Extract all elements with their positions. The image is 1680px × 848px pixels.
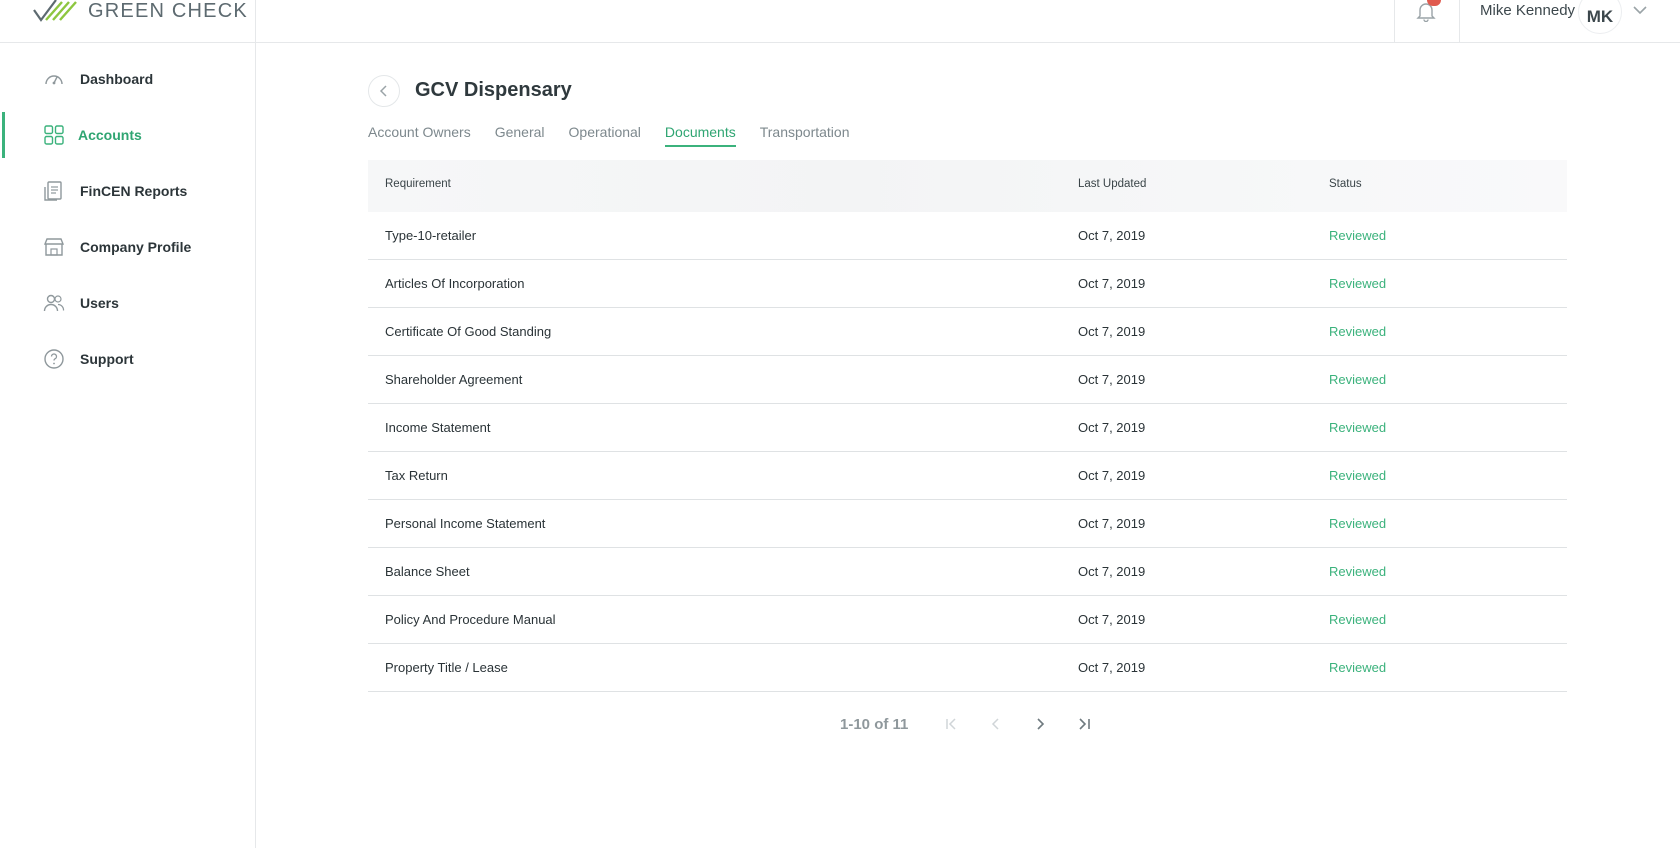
table-row[interactable]: Articles Of Incorporation Oct 7, 2019 Re… (368, 260, 1567, 308)
grid-icon (44, 125, 64, 145)
first-page-button[interactable] (942, 714, 962, 734)
table-row[interactable]: Income Statement Oct 7, 2019 Reviewed (368, 404, 1567, 452)
first-page-icon (946, 718, 956, 730)
status-cell: Reviewed (1329, 372, 1387, 387)
last-page-button[interactable] (1074, 714, 1094, 734)
table-row[interactable]: Tax Return Oct 7, 2019 Reviewed (368, 452, 1567, 500)
sidebar-item-dashboard[interactable]: Dashboard (0, 55, 255, 103)
user-name[interactable]: Mike Kennedy (1480, 2, 1575, 19)
table-row[interactable]: Policy And Procedure Manual Oct 7, 2019 … (368, 596, 1567, 644)
green-check-logo-icon (33, 0, 77, 22)
sidebar-item-label: Support (80, 351, 134, 367)
last-updated-cell: Oct 7, 2019 (1078, 468, 1146, 483)
page-range-info: 1-10 of 11 (840, 715, 909, 733)
requirement-cell: Personal Income Statement (385, 516, 546, 531)
status-cell: Reviewed (1329, 612, 1387, 627)
sidebar-item-label: Users (80, 295, 119, 311)
chevron-left-icon (992, 718, 999, 730)
next-page-button[interactable] (1030, 714, 1050, 734)
last-page-icon (1079, 718, 1091, 730)
sidebar-item-users[interactable]: Users (0, 279, 255, 327)
requirement-cell: Balance Sheet (385, 564, 470, 579)
back-button[interactable] (368, 75, 400, 107)
tab-bar: Account Owners General Operational Docum… (368, 124, 849, 147)
tab-general[interactable]: General (495, 124, 545, 147)
table-row[interactable]: Property Title / Lease Oct 7, 2019 Revie… (368, 644, 1567, 692)
last-updated-cell: Oct 7, 2019 (1078, 660, 1146, 675)
requirement-cell: Income Statement (385, 420, 491, 435)
report-document-icon (44, 181, 62, 201)
brand-logo[interactable]: GREEN CHECK (32, 0, 248, 26)
column-header-last-updated[interactable]: Last Updated (1078, 178, 1146, 190)
last-updated-cell: Oct 7, 2019 (1078, 276, 1146, 291)
tab-documents[interactable]: Documents (664, 124, 736, 147)
sidebar-item-fincen-reports[interactable]: FinCEN Reports (0, 167, 255, 215)
status-cell: Reviewed (1329, 324, 1387, 339)
table-row[interactable]: Certificate Of Good Standing Oct 7, 2019… (368, 308, 1567, 356)
pagination: 1-10 of 11 (840, 713, 1118, 735)
requirement-cell: Policy And Procedure Manual (385, 612, 556, 627)
users-icon (43, 294, 65, 312)
dashboard-gauge-icon (45, 75, 63, 85)
sidebar-item-label: Dashboard (80, 71, 154, 87)
status-cell: Reviewed (1329, 228, 1387, 243)
status-cell: Reviewed (1329, 564, 1387, 579)
page-title: GCV Dispensary (415, 79, 572, 101)
sidebar: Dashboard Accounts FinCEN Reports Compan… (0, 43, 256, 848)
previous-page-button[interactable] (986, 714, 1006, 734)
sidebar-item-support[interactable]: Support (0, 335, 255, 383)
column-header-status[interactable]: Status (1329, 178, 1362, 190)
requirement-cell: Certificate Of Good Standing (385, 324, 552, 339)
top-bar-divider (255, 0, 256, 43)
requirement-cell: Tax Return (385, 468, 448, 483)
table-row[interactable]: Personal Income Statement Oct 7, 2019 Re… (368, 500, 1567, 548)
column-header-requirement[interactable]: Requirement (385, 178, 451, 190)
status-cell: Reviewed (1329, 660, 1387, 675)
status-cell: Reviewed (1329, 516, 1387, 531)
requirement-cell: Property Title / Lease (385, 660, 508, 675)
requirement-cell: Type-10-retailer (385, 228, 477, 243)
storefront-icon (43, 238, 65, 256)
sidebar-item-company-profile[interactable]: Company Profile (0, 223, 255, 271)
table-row[interactable]: Balance Sheet Oct 7, 2019 Reviewed (368, 548, 1567, 596)
table-row[interactable]: Shareholder Agreement Oct 7, 2019 Review… (368, 356, 1567, 404)
avatar[interactable]: MK (1578, 0, 1622, 34)
last-updated-cell: Oct 7, 2019 (1078, 420, 1146, 435)
last-updated-cell: Oct 7, 2019 (1078, 612, 1146, 627)
sidebar-item-accounts[interactable]: Accounts (0, 111, 255, 159)
status-cell: Reviewed (1329, 276, 1387, 291)
chevron-left-icon (379, 85, 387, 97)
last-updated-cell: Oct 7, 2019 (1078, 564, 1146, 579)
last-updated-cell: Oct 7, 2019 (1078, 516, 1146, 531)
tab-account-owners[interactable]: Account Owners (368, 124, 471, 147)
status-cell: Reviewed (1329, 420, 1387, 435)
status-cell: Reviewed (1329, 468, 1387, 483)
requirement-cell: Shareholder Agreement (385, 372, 523, 387)
table-row[interactable]: Type-10-retailer Oct 7, 2019 Reviewed (368, 212, 1567, 260)
last-updated-cell: Oct 7, 2019 (1078, 228, 1146, 243)
chevron-right-icon (1037, 718, 1045, 730)
sidebar-item-label: Company Profile (80, 239, 192, 255)
requirement-cell: Articles Of Incorporation (385, 276, 525, 291)
last-updated-cell: Oct 7, 2019 (1078, 324, 1146, 339)
chevron-down-icon[interactable] (1632, 2, 1648, 18)
documents-table: Requirement Last Updated Status Type-10-… (368, 160, 1567, 692)
last-updated-cell: Oct 7, 2019 (1078, 372, 1146, 387)
help-circle-icon (44, 349, 64, 369)
brand-name: GREEN CHECK (88, 0, 248, 22)
notification-badge (1427, 0, 1441, 6)
sidebar-item-label: Accounts (78, 127, 142, 143)
tab-operational[interactable]: Operational (569, 124, 641, 147)
top-bar: GREEN CHECK Mike Kennedy MK (0, 0, 1680, 43)
notifications-button[interactable] (1394, 0, 1460, 42)
sidebar-item-label: FinCEN Reports (80, 183, 188, 199)
tab-transportation[interactable]: Transportation (760, 124, 850, 147)
table-header: Requirement Last Updated Status (368, 160, 1567, 212)
